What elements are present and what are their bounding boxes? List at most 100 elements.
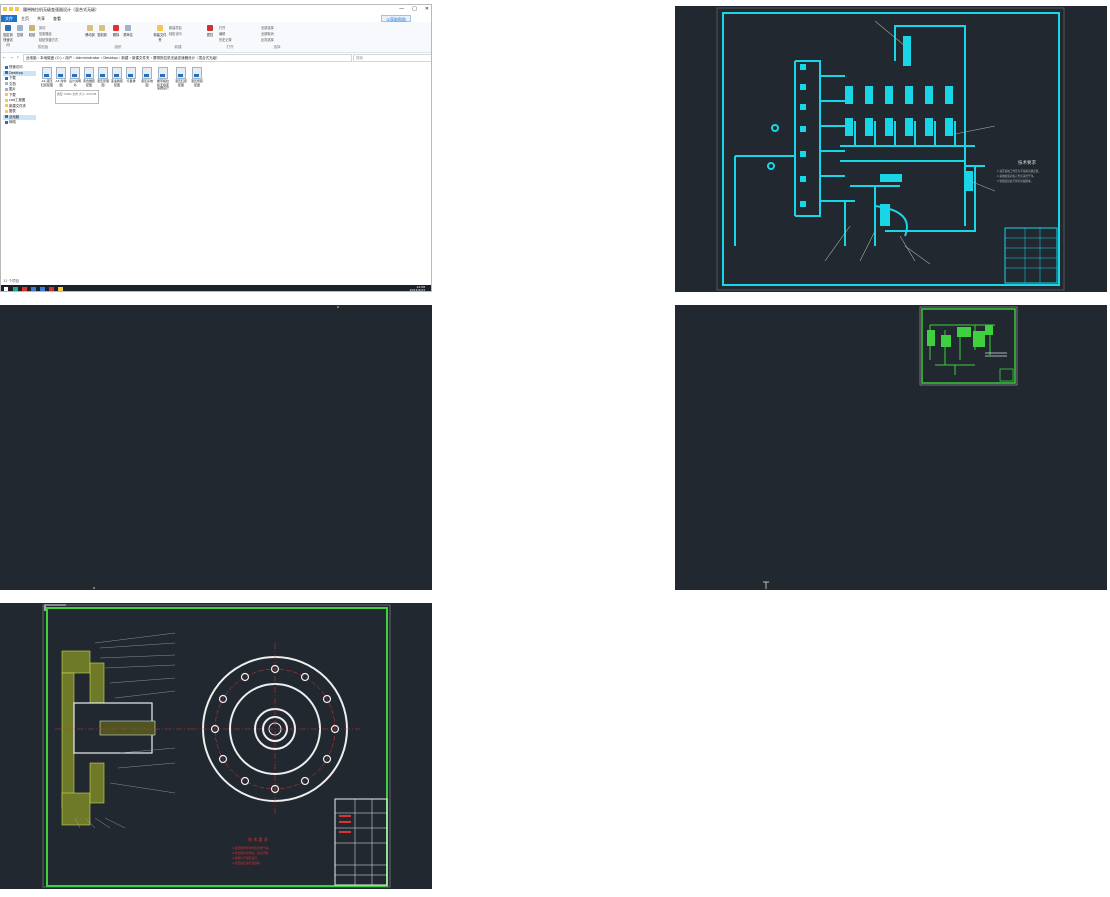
tab-view[interactable]: 查看 xyxy=(49,15,65,22)
nav-buttons[interactable]: ← → ↑ xyxy=(3,55,21,60)
tech-requirement-line: 4.装配后应进行试运转。 xyxy=(232,861,263,865)
tech-requirement-line: 2.系统组装前各元件应清洗干净。 xyxy=(997,174,1036,178)
properties-button[interactable]: 属性 xyxy=(205,25,215,37)
cad-green-drawing xyxy=(675,305,1107,590)
move-to-button[interactable]: 移动到 xyxy=(85,25,95,37)
taskbar-apps xyxy=(13,287,63,291)
select-none-button[interactable]: 全部取消 xyxy=(261,31,274,36)
tech-requirement-line: 3.摩擦片不得有油污。 xyxy=(232,856,260,860)
tech-requirement-line: 1.装配前所有零件应清洗干净。 xyxy=(232,846,271,850)
pin-button[interactable]: 固定到快速访问 xyxy=(3,25,13,47)
dwg-file-icon xyxy=(126,67,136,79)
organize-group: 移动到 复制到 删除 重命名 组织 xyxy=(85,23,151,51)
folder-icon xyxy=(5,109,8,113)
copy-path-button[interactable]: 复制路径 xyxy=(39,31,52,36)
close-button[interactable]: ✕ xyxy=(425,6,429,12)
taskbar-app-icon[interactable] xyxy=(49,287,54,291)
address-bar[interactable]: 此电脑 › 本地磁盘 (C:) › 用户 › Administrator › D… xyxy=(23,54,352,62)
taskbar-app-icon[interactable] xyxy=(22,287,27,291)
paste-shortcut-button[interactable]: 粘贴快捷方式 xyxy=(39,37,58,42)
clutch-assembly-drawing: 技 术 要 求 1.装配前所有零件应清洗干净。 2.离合器分离彻底，接合平稳。 … xyxy=(42,604,391,888)
word-file-icon xyxy=(70,67,80,79)
help-button[interactable]: ①获取帮助 xyxy=(381,15,411,22)
ribbon-tabs: 文件 主页 共享 查看 ①获取帮助 xyxy=(1,15,431,22)
taskbar: 12:08 2023/4/23 xyxy=(1,285,431,292)
open-button[interactable]: 打开 xyxy=(219,25,225,30)
copy-button[interactable]: 复制 xyxy=(15,25,25,37)
dwg-file-icon xyxy=(42,67,52,79)
file-item[interactable]: 变速箱装配图 xyxy=(111,67,123,87)
file-tooltip: 类型: DWG 文件 大小: 220 KB xyxy=(55,90,99,104)
minimize-button[interactable]: — xyxy=(399,6,404,12)
rename-button[interactable]: 重命名 xyxy=(123,25,133,37)
taskbar-app-icon[interactable] xyxy=(40,287,45,291)
status-bar: 11 个项目 xyxy=(3,279,20,283)
dwg-file-icon xyxy=(192,67,202,79)
quick-access-toolbar[interactable] xyxy=(3,7,19,11)
file-item[interactable]: 液压泵装配图 xyxy=(191,67,203,87)
file-item[interactable]: A3-零件图 xyxy=(55,67,67,87)
navigation-pane: 快速访问 Desktop 下载 文档 图片 下载 cad工程图 新建文件夹 图表… xyxy=(3,65,36,126)
copy-to-button[interactable]: 复制到 xyxy=(97,25,107,37)
taskbar-app-icon[interactable] xyxy=(13,287,18,291)
dwg-file-icon xyxy=(176,67,186,79)
file-item[interactable]: 液压缸装配图 xyxy=(175,67,187,87)
dwg-file-icon xyxy=(142,67,152,79)
computer-icon xyxy=(5,115,8,118)
paste-button[interactable]: 粘贴 xyxy=(27,25,37,37)
new-item-button[interactable]: 新建项目 xyxy=(169,25,182,30)
file-explorer-window: 履带拖拉机无级变速器设计（混合式无级） — □ ✕ 文件 主页 共享 查看 ①获… xyxy=(0,4,432,292)
window-title: 履带拖拉机无级变速器设计（混合式无级） xyxy=(23,7,99,12)
folder-icon xyxy=(5,104,8,107)
new-group: 新建文件夹 新建项目 轻松访问 新建 xyxy=(153,25,182,49)
system-tray-clock[interactable]: 12:08 2023/4/23 xyxy=(410,286,425,292)
windows-start-icon[interactable] xyxy=(4,287,8,291)
desktop-icon xyxy=(5,71,8,74)
invert-selection-button[interactable]: 反向选择 xyxy=(261,37,274,42)
new-folder-button[interactable]: 新建文件夹 xyxy=(153,25,167,42)
cad-hydraulic-schematic: 技术要求 1.液压系统工作压力不得超过额定值。 2.系统组装前各元件应清洗干净。… xyxy=(675,6,1107,292)
clipboard-group: 固定到快速访问 复制 粘贴 剪切 复制路径 粘贴快捷方式 剪贴板 xyxy=(3,25,59,49)
empty-viewport-drawing xyxy=(93,306,339,589)
file-item[interactable]: 液压原理图 xyxy=(97,67,109,87)
green-drawing xyxy=(763,306,1018,589)
file-item[interactable]: 设计说明书 xyxy=(69,67,81,87)
nav-item-network[interactable]: 网络 xyxy=(3,120,36,126)
dwg-file-icon xyxy=(158,67,168,79)
easy-access-button[interactable]: 轻松访问 xyxy=(169,31,182,36)
network-icon xyxy=(5,120,8,124)
cad-empty-viewport xyxy=(0,305,432,590)
select-group: 全部选择 全部取消 反向选择 选择 xyxy=(261,25,281,49)
address-bar-row: ← → ↑ 此电脑 › 本地磁盘 (C:) › 用户 › Administrat… xyxy=(1,53,431,62)
tab-home[interactable]: 主页 xyxy=(17,15,33,22)
hydraulic-schematic-drawing: 技术要求 1.液压系统工作压力不得超过额定值。 2.系统组装前各元件应清洗干净。… xyxy=(716,7,1065,291)
search-input[interactable]: 搜索 xyxy=(353,54,431,62)
download-icon xyxy=(5,76,8,80)
picture-icon xyxy=(5,87,8,91)
star-icon xyxy=(5,65,8,69)
select-all-button[interactable]: 全部选择 xyxy=(261,25,274,30)
dwg-file-icon xyxy=(84,67,94,79)
taskbar-explorer-icon[interactable] xyxy=(58,287,63,291)
open-group: 属性 打开 编辑 历史记录 打开 xyxy=(205,25,234,49)
folder-icon xyxy=(5,98,8,102)
taskbar-app-icon[interactable] xyxy=(31,287,36,291)
folder-icon xyxy=(5,93,8,96)
tab-file[interactable]: 文件 xyxy=(1,15,17,22)
document-icon xyxy=(5,82,8,85)
file-item[interactable]: 离合器装配图 xyxy=(83,67,95,87)
file-item[interactable]: 液压系统图 xyxy=(141,67,153,87)
file-item[interactable]: A2-液压缸装配图 xyxy=(41,67,53,87)
tab-share[interactable]: 共享 xyxy=(33,15,49,22)
maximize-button[interactable]: □ xyxy=(412,6,417,12)
delete-button[interactable]: 删除 xyxy=(111,25,121,37)
dwg-file-icon xyxy=(56,67,66,79)
cad-clutch-assembly: 技 术 要 求 1.装配前所有零件应清洗干净。 2.离合器分离彻底，接合平稳。 … xyxy=(0,603,432,889)
file-item[interactable]: 行星排 xyxy=(125,67,137,84)
cut-button[interactable]: 剪切 xyxy=(39,25,45,30)
file-item[interactable]: 履带拖拉机无级变速器设计 xyxy=(157,67,169,91)
tech-requirement-line: 3.管路连接处不得有渗漏现象。 xyxy=(997,179,1033,183)
history-button[interactable]: 历史记录 xyxy=(219,37,232,42)
tech-requirements-title: 技术要求 xyxy=(1018,159,1036,166)
edit-button[interactable]: 编辑 xyxy=(219,31,225,36)
